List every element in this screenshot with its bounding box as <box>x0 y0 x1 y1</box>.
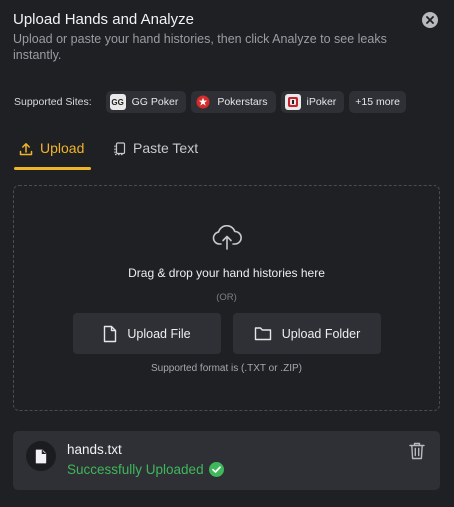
dialog-subtitle: Upload or paste your hand histories, the… <box>13 32 387 62</box>
check-circle-icon <box>208 462 224 477</box>
site-chip-label: GG Poker <box>131 96 179 108</box>
file-icon <box>103 325 117 343</box>
upload-folder-label: Upload Folder <box>281 326 361 341</box>
supported-sites-row: Supported Sites: GG GG Poker Pokerstars … <box>14 91 411 113</box>
pokerstars-logo <box>195 94 212 110</box>
tab-upload[interactable]: Upload <box>19 140 84 170</box>
upload-file-button[interactable]: Upload File <box>73 313 221 354</box>
tab-paste-text[interactable]: Paste Text <box>114 140 198 170</box>
dropzone-title: Drag & drop your hand histories here <box>128 266 325 280</box>
format-hint: Supported format is (.TXT or .ZIP) <box>151 363 302 374</box>
site-chip-ipoker[interactable]: iPoker <box>280 91 345 113</box>
upload-status-text: Successfully Uploaded <box>67 462 204 477</box>
folder-icon <box>254 326 272 341</box>
supported-sites-label: Supported Sites: <box>14 96 92 108</box>
more-sites-chip[interactable]: +15 more <box>349 91 406 113</box>
ipoker-logo <box>284 94 301 110</box>
tab-upload-label: Upload <box>40 140 85 156</box>
site-chip-pokerstars[interactable]: Pokerstars <box>191 91 276 113</box>
tab-bar: Upload Paste Text <box>14 140 440 170</box>
file-icon <box>26 441 56 471</box>
dialog-title: Upload Hands and Analyze <box>13 11 194 28</box>
upload-icon <box>19 142 33 159</box>
upload-file-label: Upload File <box>127 326 191 341</box>
trash-icon <box>409 442 425 460</box>
cloud-upload-icon <box>211 224 243 256</box>
site-chip-label: iPoker <box>306 96 337 108</box>
uploaded-file-card: hands.txt Successfully Uploaded <box>13 431 440 490</box>
ggpoker-logo: GG <box>109 94 126 110</box>
paste-icon <box>114 142 126 159</box>
close-icon <box>426 16 434 24</box>
site-chip-ggpoker[interactable]: GG GG Poker <box>105 91 187 113</box>
site-chip-label: Pokerstars <box>217 96 268 108</box>
close-button[interactable] <box>422 12 438 28</box>
active-tab-indicator <box>14 167 91 170</box>
upload-folder-button[interactable]: Upload Folder <box>233 313 381 354</box>
delete-file-button[interactable] <box>409 442 425 465</box>
dropzone[interactable]: Drag & drop your hand histories here (OR… <box>13 185 440 411</box>
file-name: hands.txt <box>67 442 122 457</box>
dropzone-or-text: (OR) <box>216 292 237 303</box>
tab-paste-text-label: Paste Text <box>133 140 199 156</box>
upload-status: Successfully Uploaded <box>67 462 224 477</box>
